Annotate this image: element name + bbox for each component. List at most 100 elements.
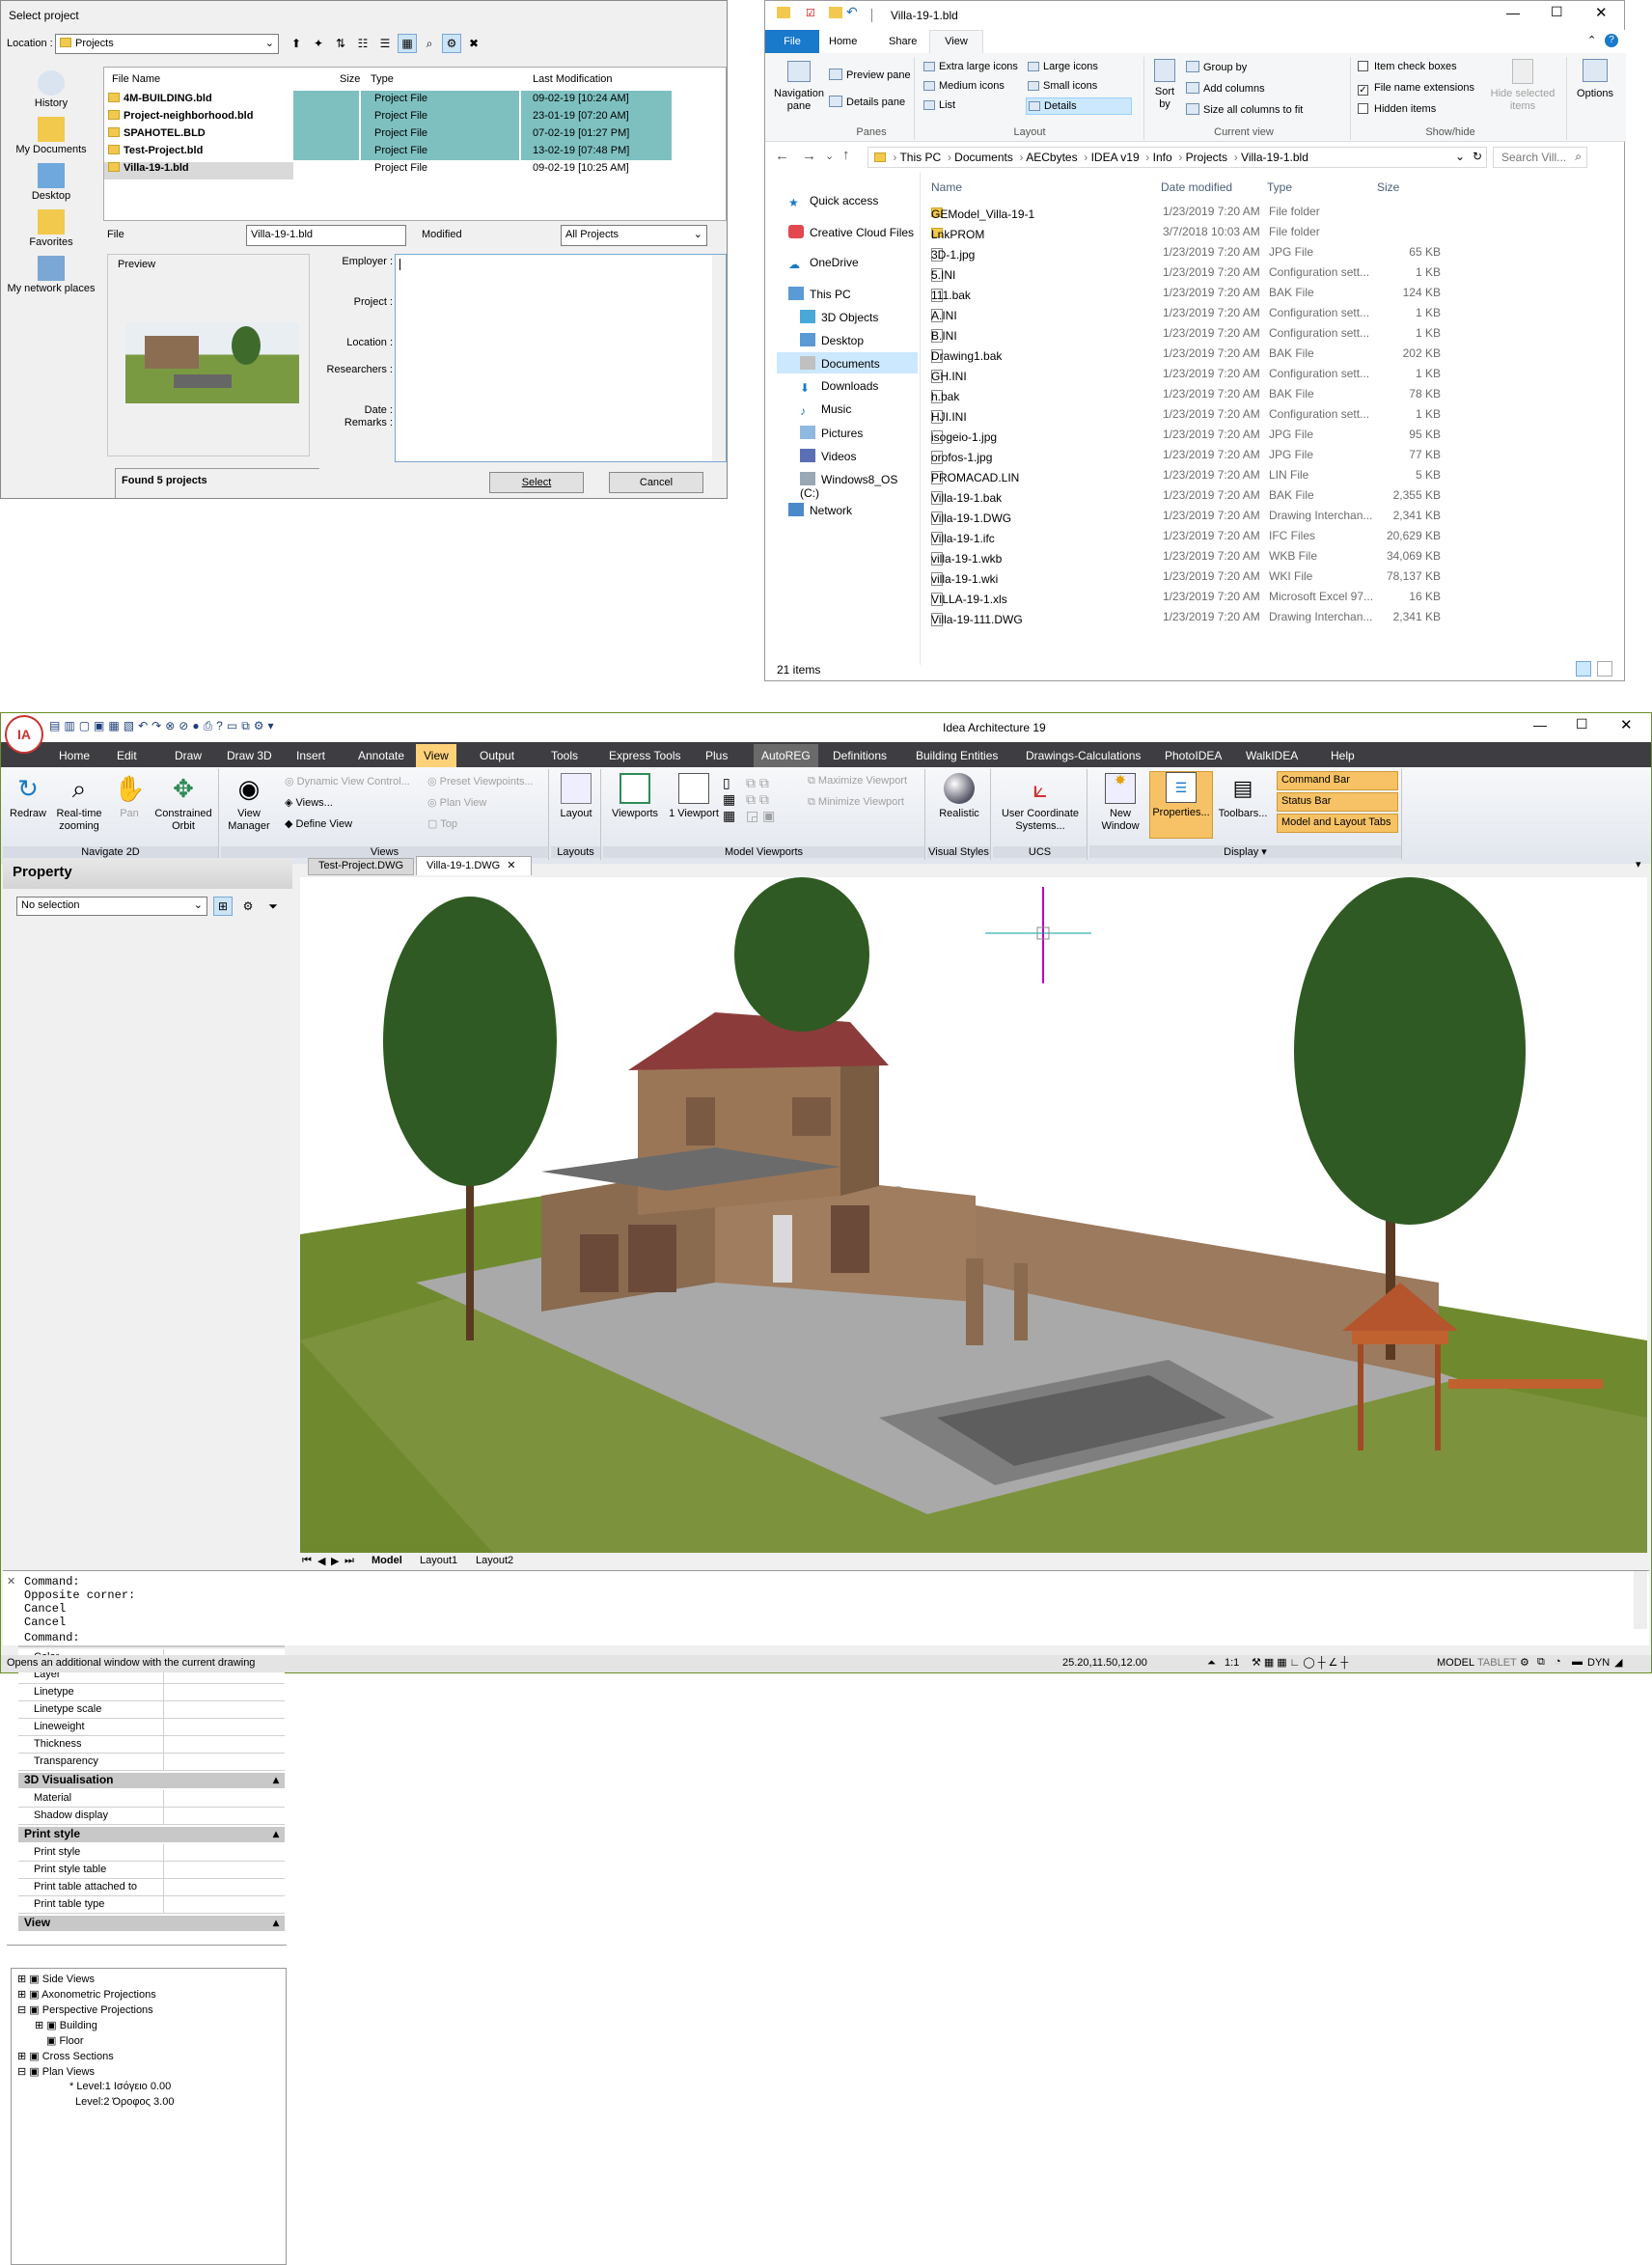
tools-icon[interactable]: ⚙: [254, 719, 264, 733]
address-bar[interactable]: › This PC › Documents › AECbytes › IDEA …: [867, 147, 1487, 168]
breadcrumb[interactable]: Info: [1153, 151, 1172, 164]
details-view-icon[interactable]: ▦: [398, 34, 417, 53]
menu-home[interactable]: Home: [59, 749, 90, 762]
one-viewport-button[interactable]: 1 Viewport: [667, 773, 721, 820]
file-row[interactable]: orofos-1.jpg 1/23/2019 7:20 AM JPG File 77 …: [927, 445, 1526, 464]
tree-building[interactable]: ⊞ ▣ Building: [35, 2019, 97, 2031]
tab-share[interactable]: Share: [889, 36, 917, 47]
menu-walkidea[interactable]: WalkIDEA: [1246, 749, 1298, 762]
chevron-down-icon[interactable]: ▾: [1636, 858, 1641, 870]
file-row[interactable]: h.bak 1/23/2019 7:20 AM BAK File 78 KB: [927, 384, 1526, 403]
breadcrumb[interactable]: Documents: [954, 151, 1013, 164]
file-row[interactable]: villa-19-1.wki 1/23/2019 7:20 AM WKI File 7…: [927, 566, 1526, 586]
tab-file[interactable]: File: [765, 30, 819, 53]
maximize-viewport[interactable]: ⧉ Maximize Viewport: [808, 775, 907, 787]
view-manager-button[interactable]: ◉ View Manager: [225, 773, 273, 833]
tree-cross-sections[interactable]: ⊞ ▣ Cross Sections: [17, 2050, 114, 2062]
open-bld-icon[interactable]: ▥: [64, 719, 74, 733]
nav-music[interactable]: ♪ Music: [800, 402, 851, 418]
add-columns-button[interactable]: Add columns: [1186, 82, 1265, 95]
menu-autoreg[interactable]: AutoREG: [754, 744, 818, 767]
refresh-icon[interactable]: ↻: [1473, 150, 1482, 163]
undo-icon[interactable]: ↶: [846, 4, 858, 20]
redraw-button[interactable]: ↻ Redraw: [7, 773, 49, 820]
delete-icon[interactable]: ✖: [464, 34, 483, 53]
file-row[interactable]: A.INI 1/23/2019 7:20 AM Configuration sett…: [927, 303, 1526, 322]
tab-layout2[interactable]: Layout2: [476, 1555, 513, 1566]
layout-medium-icons[interactable]: Medium icons: [923, 80, 1005, 92]
large-icons-view-icon[interactable]: [1597, 661, 1612, 677]
save-as-icon[interactable]: ▧: [124, 719, 134, 733]
scrollbar[interactable]: [712, 255, 726, 461]
project-row[interactable]: SPAHOTEL.BLD Project File 07-02-19 [01:27 …: [108, 127, 726, 145]
status-bar-toggle[interactable]: Status Bar: [1277, 792, 1398, 812]
new-icon[interactable]: ▢: [79, 719, 90, 733]
menu-building-entities[interactable]: Building Entities: [916, 749, 998, 762]
layout-extra-large-icons[interactable]: Extra large icons: [923, 61, 1018, 72]
place-network[interactable]: My network places: [3, 256, 99, 294]
property-group-vis[interactable]: 3D Visualisation ▴: [18, 1773, 285, 1788]
plan-view[interactable]: ◎ Plan View: [427, 796, 486, 809]
nav-windows-drive[interactable]: Windows8_OS (C:): [800, 472, 920, 500]
menu-help[interactable]: Help: [1331, 749, 1355, 762]
new-folder-icon[interactable]: [829, 7, 842, 18]
cancel-button[interactable]: Cancel: [609, 472, 703, 493]
first-tab-icon[interactable]: ⏮: [302, 1555, 312, 1567]
copy-icon[interactable]: ⧉: [241, 719, 250, 733]
nav-videos[interactable]: Videos: [800, 449, 856, 463]
col-type[interactable]: Type: [371, 73, 394, 85]
property-group-view[interactable]: View ▴: [18, 1916, 285, 1931]
next-tab-icon[interactable]: ▶: [331, 1555, 339, 1567]
save-icon[interactable]: ▦: [108, 719, 119, 733]
model-toggle[interactable]: MODEL: [1437, 1657, 1474, 1669]
tree-side-views[interactable]: ⊞ ▣ Side Views: [17, 1973, 95, 1985]
file-row[interactable]: 111.bak 1/23/2019 7:20 AM BAK File 124 KB: [927, 283, 1526, 302]
tablet-toggle[interactable]: TABLET: [1477, 1657, 1517, 1669]
lineweight-icon[interactable]: ▬: [1572, 1656, 1583, 1668]
project-row[interactable]: Project-neighborhood.bld Project File 23-0…: [108, 110, 726, 127]
properties-icon[interactable]: ☑: [806, 7, 815, 19]
project-row-selected[interactable]: Villa-19-1.bld Project File 09-02-19 [10:2…: [104, 162, 726, 180]
size-all-columns-button[interactable]: Size all columns to fit: [1186, 103, 1303, 116]
property-row[interactable]: LineweightByLayer: [18, 1719, 285, 1736]
nav-documents[interactable]: Documents: [800, 356, 880, 371]
breadcrumb[interactable]: This PC: [899, 151, 941, 164]
file-input[interactable]: Villa-19-1.bld: [246, 225, 406, 246]
tree-plan-views[interactable]: ⊟ ▣ Plan Views: [17, 2065, 95, 2078]
recent-chevron-icon[interactable]: ⌄: [825, 150, 834, 162]
cancel-icon[interactable]: ⊗: [165, 719, 175, 733]
tree-floor[interactable]: ▣ Floor: [46, 2034, 84, 2047]
top-view[interactable]: ▢ Top: [427, 817, 457, 830]
tree-perspective[interactable]: ⊟ ▣ Perspective Projections: [17, 2003, 153, 2016]
close-icon[interactable]: ✕: [1595, 4, 1608, 21]
nav-pictures[interactable]: Pictures: [800, 426, 863, 440]
drafting-toggle-icons[interactable]: ⚒▦▦∟◯┼∠┼: [1252, 1656, 1351, 1669]
customize-icon[interactable]: ▾: [268, 719, 274, 733]
menu-view[interactable]: View: [416, 744, 456, 767]
annotation-scale-icon[interactable]: ⏶: [1207, 1657, 1216, 1670]
file-row[interactable]: villa-19-1.wkb 1/23/2019 7:20 AM WKB File 3…: [927, 546, 1526, 566]
menu-tools[interactable]: Tools: [551, 749, 578, 762]
help-icon[interactable]: ?: [216, 719, 223, 733]
breadcrumb[interactable]: IDEA v19: [1091, 151, 1140, 164]
file-row[interactable]: VILLA-19-1.xls 1/23/2019 7:20 AM Microsoft…: [927, 587, 1526, 606]
select-button[interactable]: Select: [489, 472, 584, 493]
menu-express-tools[interactable]: Express Tools: [609, 749, 680, 762]
property-row[interactable]: Thickness0: [18, 1736, 285, 1754]
command-input[interactable]: Command:: [24, 1631, 80, 1644]
place-history[interactable]: History: [3, 70, 99, 109]
property-row[interactable]: Print table attached toModel: [18, 1879, 285, 1896]
redo-icon[interactable]: ↷: [151, 719, 161, 733]
selection-combo[interactable]: No selection ⌄: [16, 897, 207, 916]
properties-button[interactable]: ☰ Properties...: [1149, 771, 1213, 839]
up-arrow-icon[interactable]: ↑: [842, 147, 850, 163]
sort-by-button[interactable]: Sort by: [1149, 59, 1180, 111]
item-check-boxes-toggle[interactable]: Item check boxes: [1358, 61, 1457, 72]
cancel-icon[interactable]: ⊘: [179, 719, 188, 733]
app-logo-icon[interactable]: IA: [5, 715, 43, 754]
tab-layout1[interactable]: Layout1: [420, 1555, 457, 1566]
doc-tab-test-project[interactable]: Test-Project.DWG: [308, 858, 414, 875]
tree-level-1[interactable]: * Level:1 Ισόγειο 0.00: [69, 2081, 171, 2092]
nav-desktop[interactable]: Desktop: [800, 333, 864, 347]
nav-3d-objects[interactable]: 3D Objects: [800, 310, 878, 324]
